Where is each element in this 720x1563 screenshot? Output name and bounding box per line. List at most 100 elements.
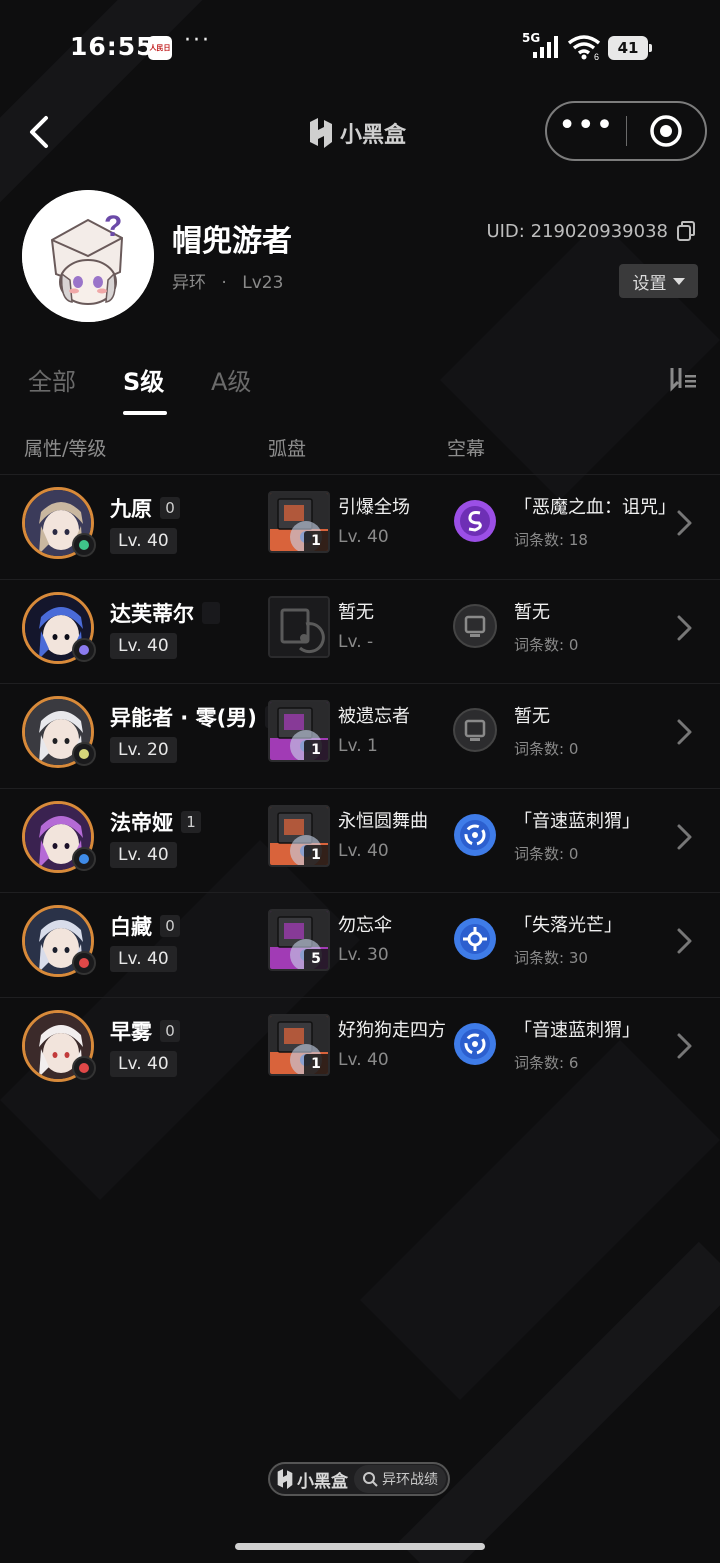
blue-ring-icon (453, 1022, 497, 1066)
element-icon (72, 637, 96, 662)
heybox-logo-icon (310, 118, 332, 148)
chevron-right-icon[interactable] (672, 821, 696, 853)
character-level: Lv. 40 (110, 632, 177, 659)
chevron-down-icon (672, 277, 685, 285)
sky-name: 「音速蓝刺猬」 (514, 810, 640, 832)
character-level: Lv. 40 (110, 1051, 177, 1077)
character-row[interactable]: 早雾 0 Lv. 40 1 好狗狗走四方 Lv. 40 「音速蓝刺猬」 词条数:… (0, 997, 720, 1101)
sky-entry-count: 词条数: 18 (514, 531, 588, 549)
nav-title-text: 小黑盒 (340, 123, 407, 148)
news-app-icon: 人民日报 (148, 36, 172, 60)
back-icon[interactable] (24, 112, 54, 152)
copy-icon[interactable] (676, 220, 696, 242)
element-icon (72, 533, 96, 557)
character-name: 法帝娅 (110, 810, 173, 835)
disc-refine-count: 5 (304, 949, 328, 970)
disc-icon: 1 (268, 491, 330, 553)
character-row[interactable]: 法帝娅 1 Lv. 40 1 永恒圆舞曲 Lv. 40 「音速蓝刺猬」 词条数:… (0, 787, 720, 892)
character-name: 达芙蒂尔 (110, 601, 194, 626)
tab-a-rank[interactable]: A级 (211, 362, 251, 397)
sky-entry-count: 词条数: 0 (514, 635, 579, 654)
character-level: Lv. 40 (110, 528, 177, 554)
character-row[interactable]: 白藏 0 Lv. 40 5 勿忘伞 Lv. 30 「失落光芒」 词条数: 30 (0, 892, 720, 996)
chevron-right-icon[interactable] (672, 612, 696, 644)
disc-icon: 1 (268, 700, 330, 763)
disc-name: 被遗忘者 (338, 706, 410, 728)
battery-level: 41 (608, 36, 648, 60)
character-name: 异能者 · 零(男) (110, 706, 257, 731)
disc-name: 勿忘伞 (338, 915, 392, 937)
status-bar: 16:55 人民日报 ··· 5G 6 41 (0, 0, 720, 96)
disc-level: Lv. 40 (338, 527, 389, 547)
constellation-count: 1 (181, 810, 201, 833)
element-icon (72, 742, 96, 767)
constellation-count: 0 (160, 497, 180, 519)
column-header-disc: 弧盘 (268, 438, 307, 460)
search-icon (363, 1472, 378, 1487)
blue-ring-icon (453, 813, 497, 857)
sky-name: 「恶魔之血：诅咒」 (514, 497, 676, 518)
disc-level: Lv. 40 (338, 1050, 389, 1070)
sky-name: 「音速蓝刺猬」 (514, 1020, 640, 1041)
sort-icon[interactable] (668, 364, 698, 392)
more-options-icon[interactable]: ••• (547, 111, 626, 141)
sky-entry-count: 词条数: 30 (514, 949, 588, 968)
character-name: 九原 (110, 497, 152, 521)
disc-level: Lv. - (338, 631, 374, 652)
empty-disc-icon (268, 595, 330, 658)
settings-dropdown[interactable]: 设置 (619, 264, 698, 298)
uid-text: UID: 219020939038 (486, 220, 668, 242)
close-target-icon[interactable] (627, 114, 706, 148)
element-icon (72, 951, 96, 976)
status-time: 16:55 (70, 32, 155, 61)
character-level: Lv. 20 (110, 737, 177, 764)
svg-text:6: 6 (594, 52, 599, 60)
profile-separator: · (221, 273, 227, 293)
footer-brand-text: 小黑盒 (297, 1471, 348, 1492)
brand-footer[interactable]: 小黑盒 异环战绩 (268, 1462, 450, 1496)
disc-name: 永恒圆舞曲 (338, 810, 428, 832)
disc-name: 暂无 (338, 601, 374, 623)
disc-refine-count: 1 (304, 740, 328, 761)
disc-icon: 5 (268, 909, 330, 972)
profile-game: 异环 (172, 273, 206, 293)
chevron-right-icon[interactable] (672, 1030, 696, 1062)
character-level: Lv. 40 (110, 841, 177, 868)
disc-name: 好狗狗走四方 (338, 1020, 446, 1041)
nav-title: 小黑盒 (308, 116, 406, 150)
character-level: Lv. 40 (110, 946, 177, 973)
disc-icon: 1 (268, 1014, 330, 1076)
chevron-right-icon[interactable] (672, 716, 696, 748)
settings-label: 设置 (632, 273, 667, 294)
character-row[interactable]: 异能者 · 零(男) Lv. 20 1 被遗忘者 Lv. 1 暂无 词条数: 0 (0, 683, 720, 787)
empty-screen-icon (453, 603, 497, 648)
character-name: 早雾 (110, 1020, 152, 1044)
character-row[interactable]: 达芙蒂尔 Lv. 40 暂无 Lv. - 暂无 词条数: 0 (0, 578, 720, 683)
active-tab-indicator (123, 411, 167, 415)
sky-entry-count: 词条数: 0 (514, 740, 579, 759)
disc-icon: 1 (268, 804, 330, 867)
constellation-count: 0 (160, 1020, 180, 1042)
status-more-icon: ··· (184, 28, 211, 53)
tab-s-rank[interactable]: S级 (123, 362, 164, 397)
sky-name: 暂无 (514, 706, 550, 728)
profile-name: 帽兜游者 (172, 224, 292, 259)
home-indicator[interactable] (235, 1543, 485, 1550)
sky-name: 「失落光芒」 (514, 915, 622, 937)
disc-refine-count: 1 (304, 1054, 328, 1074)
wifi-icon: 6 (567, 35, 601, 60)
constellation-count: 0 (160, 915, 180, 938)
blue-gear-icon (453, 917, 497, 961)
user-avatar[interactable]: ? (22, 190, 154, 322)
character-row[interactable]: 九原 0 Lv. 40 1 引爆全场 Lv. 40 「恶魔之血：诅咒」 词条数:… (0, 474, 720, 578)
s-sigil-icon (453, 499, 497, 543)
tab-all[interactable]: 全部 (28, 362, 76, 397)
chevron-right-icon[interactable] (672, 925, 696, 957)
signal-icon (533, 36, 558, 58)
element-icon (72, 1056, 96, 1080)
chevron-right-icon[interactable] (672, 507, 696, 539)
disc-refine-count: 1 (304, 844, 328, 865)
disc-level: Lv. 30 (338, 945, 389, 966)
svg-text:?: ? (104, 210, 122, 243)
element-icon (72, 846, 96, 871)
